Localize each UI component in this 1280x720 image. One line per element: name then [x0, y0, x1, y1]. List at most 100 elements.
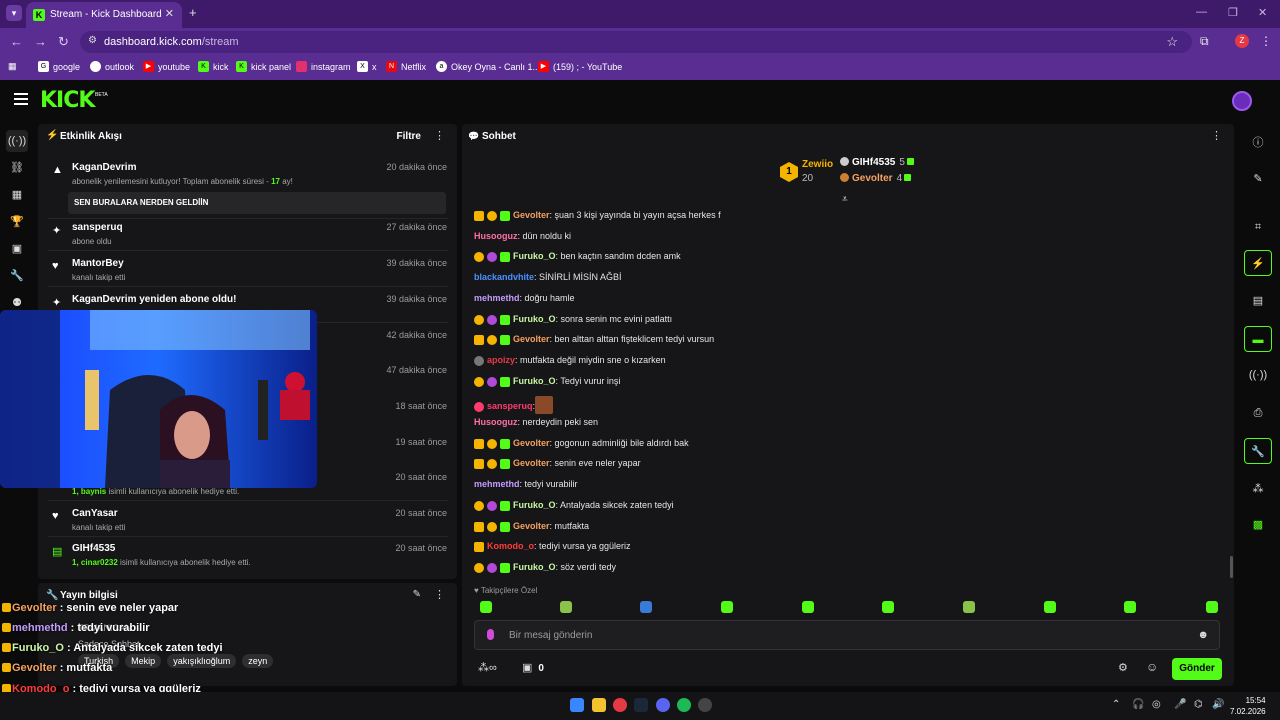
tray-chevron-icon[interactable]: ⌃ [1112, 699, 1120, 710]
viewer-count[interactable]: ▣ 0 [522, 661, 544, 674]
tab-search-icon[interactable]: ▾ [6, 5, 22, 21]
window-close-icon[interactable]: ✕ [1258, 6, 1267, 19]
mic-icon[interactable] [487, 629, 494, 640]
chat-message[interactable]: Husooguz: dün noldu ki [474, 231, 1214, 247]
chat-username[interactable]: Husooguz [474, 417, 518, 427]
chat-message[interactable]: Furuko_O: ben kaçtın sandım dcden amk [474, 251, 1214, 267]
emote-icon[interactable] [1044, 601, 1056, 613]
analytics-icon[interactable]: ▦ [6, 184, 28, 206]
chat-message[interactable]: blackandvhite: SİNİRLİ MİSİN AĞBİ [474, 272, 1214, 288]
bookmark-outlook[interactable]: outlook [90, 61, 134, 72]
app-icon[interactable] [698, 698, 712, 712]
more-options-icon[interactable]: ⋮ [434, 129, 445, 142]
bookmark-google[interactable]: Ggoogle [38, 61, 80, 72]
site-info-icon[interactable]: ⚙ [88, 35, 97, 46]
broadcast-icon[interactable]: ((·)) [1244, 362, 1272, 388]
chat-username[interactable]: Komodo_o [487, 541, 534, 551]
bookmark-x[interactable]: Xx [357, 61, 377, 72]
browser-tab[interactable]: K Stream - Kick Dashboard ✕ [26, 2, 182, 28]
bookmark-kick-panel[interactable]: Kkick panel [236, 61, 291, 72]
chat-input[interactable]: Bir mesaj gönderin ☻ [474, 620, 1220, 650]
video-icon[interactable]: ▣ [6, 238, 28, 260]
menu-icon[interactable] [14, 93, 28, 105]
trophy-icon[interactable]: 🏆 [6, 211, 28, 233]
chat-icon[interactable]: ▬ [1244, 326, 1272, 352]
headset-icon[interactable]: 🎧 [1132, 699, 1144, 710]
chat-username[interactable]: Gevolter [513, 334, 550, 344]
emote-icon[interactable] [963, 601, 975, 613]
spotify-icon[interactable] [677, 698, 691, 712]
chat-username[interactable]: Furuko_O [513, 376, 556, 386]
chrome-icon[interactable] [613, 698, 627, 712]
more-options-icon[interactable]: ⋮ [1211, 129, 1222, 142]
wrench-icon[interactable]: 🔧 [1244, 438, 1272, 464]
chat-message[interactable]: mehmethd: doğru hamle [474, 293, 1214, 309]
wrench-icon[interactable]: 🔧 [6, 265, 28, 287]
link-icon[interactable]: ⛓ [6, 157, 28, 179]
bookmark-youtube[interactable]: ▶ youtube [143, 61, 190, 72]
gear-icon[interactable]: ⚙ [1118, 661, 1128, 674]
bookmark-okey[interactable]: a Okey Oyna - Canlı 1... [436, 61, 540, 72]
document-icon[interactable]: ▤ [1244, 288, 1272, 314]
user-avatar[interactable] [1232, 91, 1252, 111]
chat-username[interactable]: apoizy [487, 355, 515, 365]
profile-avatar[interactable]: Z [1235, 34, 1249, 48]
clock[interactable]: 15:54 7.02.2026 [1230, 695, 1266, 717]
steam-icon[interactable] [634, 698, 648, 712]
chat-message[interactable]: sansperuq: [474, 396, 1214, 414]
connections-icon[interactable]: ⁂∞ [478, 661, 497, 674]
forward-icon[interactable]: → [34, 34, 47, 49]
volume-icon[interactable]: 🔊 [1212, 699, 1224, 710]
emote-icon[interactable] [640, 601, 652, 613]
steam-tray-icon[interactable]: ◎ [1152, 699, 1161, 710]
discord-icon[interactable] [656, 698, 670, 712]
emote-icon[interactable] [480, 601, 492, 613]
top-gifter-2[interactable]: GIHf4535 5 [840, 157, 914, 173]
chat-message[interactable]: apoizy: mutfakta değil miydin sne o kıza… [474, 355, 1214, 371]
chat-message[interactable]: Furuko_O: söz verdi tedy [474, 562, 1214, 578]
back-icon[interactable]: ← [10, 34, 23, 49]
chat-message[interactable]: Gevolter: şuan 3 kişi yayında bi yayın a… [474, 210, 1214, 226]
bookmark-instagram[interactable]: instagram [296, 61, 351, 72]
emote-icon[interactable] [560, 601, 572, 613]
maximize-icon[interactable]: ❐ [1228, 6, 1238, 19]
top-gifter-3[interactable]: Gevolter 4 [840, 173, 914, 189]
emoji-icon[interactable]: ☻ [1197, 629, 1209, 641]
chat-username[interactable]: Gevolter [513, 521, 550, 531]
browser-menu-icon[interactable]: ⋮ [1260, 34, 1272, 48]
new-tab-icon[interactable]: + [189, 5, 197, 20]
scroll-down-icon[interactable]: ⩡ [842, 194, 848, 205]
emote-icon[interactable] [1124, 601, 1136, 613]
crop-icon[interactable]: ⌗ [1244, 214, 1272, 240]
chat-message[interactable]: Furuko_O: Antalyada sikcek zaten tedyi [474, 500, 1214, 516]
nodes-icon[interactable]: ⁂ [1244, 476, 1272, 502]
url-field[interactable]: ⚙ dashboard.kick.com/stream ☆ [80, 31, 1192, 53]
filter-button[interactable]: Filtre [397, 131, 421, 142]
chat-scrollbar[interactable] [1230, 556, 1233, 578]
tag[interactable]: zeyn [242, 654, 274, 668]
extensions-icon[interactable]: ⧉ [1200, 34, 1209, 49]
network-icon[interactable]: ⌬ [1194, 699, 1203, 710]
chat-message[interactable]: Husooguz: nerdeydin peki sen [474, 417, 1214, 433]
broadcast-icon[interactable]: ((·)) [6, 130, 28, 152]
emote-picker-icon[interactable]: ☺ [1146, 660, 1158, 674]
pencil-icon[interactable]: ✎ [1244, 166, 1272, 192]
bolt-icon[interactable]: ⚡ [1244, 250, 1272, 276]
chat-username[interactable]: Furuko_O [513, 562, 556, 572]
more-options-icon[interactable]: ⋮ [434, 588, 445, 601]
tab-close-icon[interactable]: ✕ [165, 7, 174, 20]
chat-message[interactable]: mehmethd: tedyi vurabilir [474, 479, 1214, 495]
emote-icon[interactable] [1206, 601, 1218, 613]
minimize-icon[interactable]: — [1196, 6, 1207, 18]
chat-message[interactable]: Gevolter: gogonun adminliği bile aldırdı… [474, 438, 1214, 454]
chat-username[interactable]: Furuko_O [513, 314, 556, 324]
app-icon[interactable]: ▩ [1244, 512, 1272, 538]
emote-icon[interactable] [882, 601, 894, 613]
tag[interactable]: yakışıklıoğlum [167, 654, 237, 668]
chat-username[interactable]: mehmethd [474, 293, 520, 303]
send-button[interactable]: Gönder [1172, 658, 1222, 680]
chat-username[interactable]: Gevolter [513, 458, 550, 468]
emote-icon[interactable] [802, 601, 814, 613]
chat-message[interactable]: Furuko_O: sonra senin mc evini patlattı [474, 314, 1214, 330]
chat-message[interactable]: Komodo_o: tediyi vursa ya ggüleriz [474, 541, 1214, 557]
